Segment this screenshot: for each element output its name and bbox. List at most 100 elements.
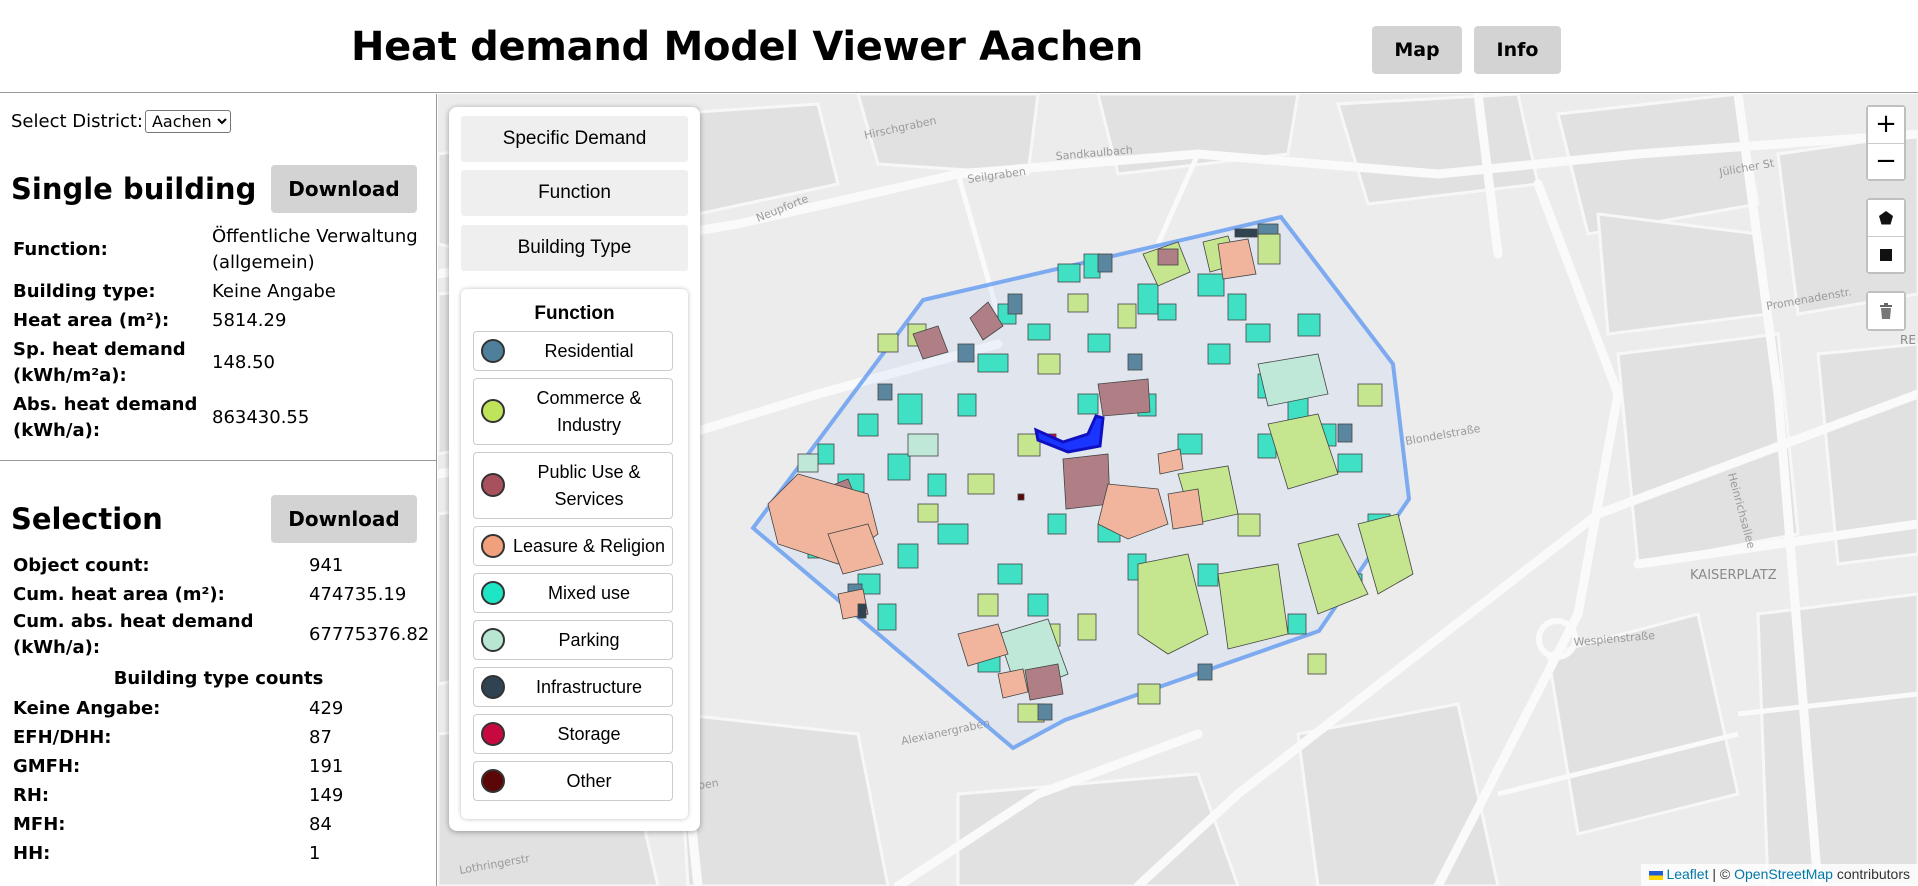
attribution-separator: | © (1708, 866, 1735, 882)
legend-item-leasure-religion[interactable]: Leasure & Religion (473, 526, 673, 566)
abs-heat-demand-value: 863430.55 (212, 407, 310, 428)
function-value-cont: (allgemein) (212, 252, 315, 273)
legend-item-public-use[interactable]: Public Use & Services (473, 452, 673, 519)
svg-text:KAISERPLATZ: KAISERPLATZ (1690, 568, 1777, 583)
legend-title: Function (534, 303, 615, 324)
bt-count-key: GMFH: (13, 756, 81, 777)
zoom-in-button[interactable]: + (1868, 107, 1904, 143)
legend-label: Residential (544, 341, 634, 361)
legend-label: Public Use & (537, 462, 641, 482)
legend-item-infrastructure[interactable]: Infrastructure (473, 667, 673, 707)
sp-heat-demand-key-unit: (kWh/m²a): (13, 365, 127, 386)
legend-label: Infrastructure (535, 677, 643, 697)
selection-title: Selection (11, 502, 163, 536)
bt-count-value: 87 (309, 727, 332, 748)
map-attribution: Leaflet | © OpenStreetMap contributors (1641, 864, 1918, 886)
specific-demand-button[interactable]: Specific Demand (461, 116, 688, 162)
function-key: Function: (13, 239, 108, 260)
cum-abs-heat-demand-key-unit: (kWh/a): (13, 637, 101, 658)
sp-heat-demand-key: Sp. heat demand (13, 339, 186, 360)
delete-control (1866, 291, 1906, 331)
ukraine-flag-icon (1649, 870, 1664, 880)
pentagon-icon (1879, 210, 1893, 224)
legend-item-commerce-industry[interactable]: Commerce & Industry (473, 378, 673, 445)
object-count-value: 941 (309, 555, 344, 576)
infrastructure-swatch (481, 675, 505, 699)
legend-item-mixed-use[interactable]: Mixed use (473, 573, 673, 613)
legend-label: Parking (558, 630, 620, 650)
attribution-suffix: contributors (1832, 866, 1910, 882)
draw-polygon-button[interactable] (1868, 200, 1904, 236)
single-building-title: Single building (11, 172, 257, 206)
heat-area-key: Heat area (m²): (13, 310, 170, 331)
cum-abs-heat-demand-value: 67775376.82 (309, 624, 430, 645)
sp-heat-demand-value: 148.50 (212, 352, 275, 373)
other-swatch (481, 769, 505, 793)
legend-item-parking[interactable]: Parking (473, 620, 673, 660)
selection-download-button[interactable]: Download (271, 495, 417, 543)
bt-count-value: 84 (309, 814, 332, 835)
object-count-key: Object count: (13, 555, 150, 576)
leaflet-link[interactable]: Leaflet (1666, 866, 1708, 882)
cum-heat-area-key: Cum. heat area (m²): (13, 584, 225, 605)
abs-heat-demand-key: Abs. heat demand (13, 394, 198, 415)
legend-item-storage[interactable]: Storage (473, 714, 673, 754)
district-label: Select District: (11, 111, 143, 132)
function-value: Öffentliche Verwaltung (212, 226, 418, 247)
legend-label: Mixed use (547, 583, 631, 603)
info-button[interactable]: Info (1474, 26, 1561, 74)
legend-item-residential[interactable]: Residential (473, 331, 673, 371)
app-title: Heat demand Model Viewer Aachen (351, 24, 1144, 70)
bt-count-key: MFH: (13, 814, 66, 835)
function-legend: Function Residential Commerce & Industry… (461, 289, 688, 819)
bt-count-value: 149 (309, 785, 344, 806)
legend-label-cont: Industry (556, 415, 622, 435)
map-button[interactable]: Map (1372, 26, 1462, 74)
function-button[interactable]: Function (461, 170, 688, 216)
bt-count-key: Keine Angabe: (13, 698, 161, 719)
zoom-control: + − (1866, 105, 1906, 181)
draw-control (1866, 198, 1906, 274)
heat-area-value: 5814.29 (212, 310, 287, 331)
legend-label: Other (566, 771, 612, 791)
leasure-religion-swatch (481, 534, 505, 558)
bt-count-key: EFH/DHH: (13, 727, 112, 748)
building-type-value: Keine Angabe (212, 281, 336, 302)
abs-heat-demand-key-unit: (kWh/a): (13, 420, 101, 441)
trash-icon (1880, 302, 1892, 319)
osm-link[interactable]: OpenStreetMap (1734, 866, 1833, 882)
legend-label: Leasure & Religion (512, 536, 666, 556)
cum-abs-heat-demand-key: Cum. abs. heat demand (13, 611, 254, 632)
bt-count-key: RH: (13, 785, 50, 806)
section-divider (0, 460, 436, 461)
mixed-use-swatch (481, 581, 505, 605)
commerce-industry-swatch (481, 399, 505, 423)
legend-label-cont: Services (554, 489, 624, 509)
square-icon (1880, 248, 1892, 261)
bt-count-value: 191 (309, 756, 344, 777)
cum-heat-area-value: 474735.19 (309, 584, 407, 605)
sidebar: Select District: Aachen Single building … (0, 94, 437, 886)
district-selector: Select District: Aachen (11, 110, 231, 133)
draw-rectangle-button[interactable] (1868, 236, 1904, 272)
app-header: Heat demand Model Viewer Aachen Map Info (0, 0, 1918, 93)
legend-label: Storage (557, 724, 621, 744)
building-type-button[interactable]: Building Type (461, 225, 688, 271)
bt-count-value: 1 (309, 843, 321, 864)
bt-count-value: 429 (309, 698, 344, 719)
single-building-download-button[interactable]: Download (271, 165, 417, 213)
public-use-swatch (481, 473, 505, 497)
delete-layers-button[interactable] (1868, 293, 1904, 329)
building-type-counts-title: Building type counts (113, 668, 324, 689)
function-control-panel: Specific Demand Function Building Type F… (449, 107, 700, 831)
building-type-key: Building type: (13, 281, 156, 302)
zoom-out-button[interactable]: − (1868, 143, 1904, 179)
parking-swatch (481, 628, 505, 652)
legend-label: Commerce & (536, 388, 642, 408)
storage-swatch (481, 722, 505, 746)
legend-item-other[interactable]: Other (473, 761, 673, 801)
residential-swatch (481, 339, 505, 363)
district-select[interactable]: Aachen (144, 110, 231, 133)
svg-text:RE: RE (1900, 333, 1916, 347)
bt-count-key: HH: (13, 843, 51, 864)
